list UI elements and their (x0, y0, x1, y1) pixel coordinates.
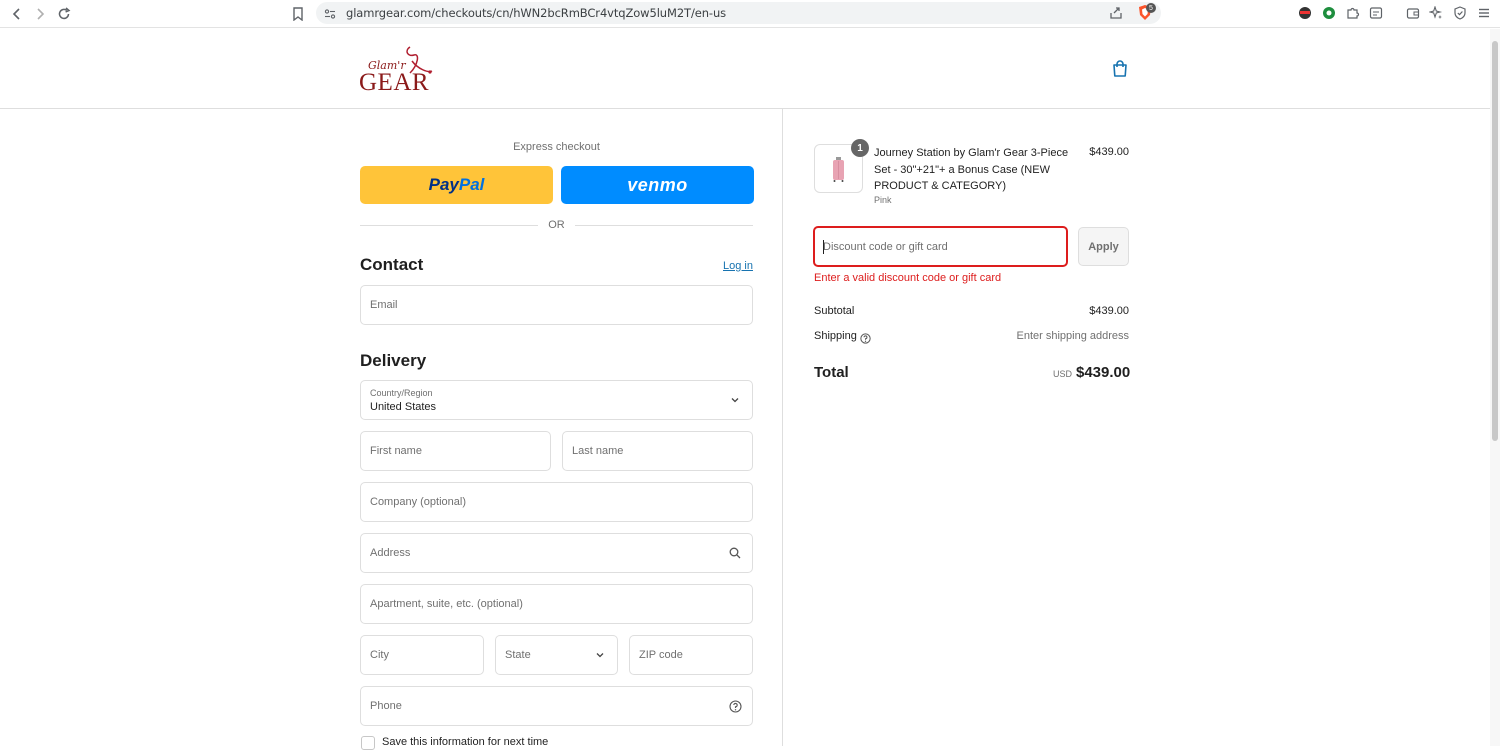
chevron-down-icon (593, 648, 607, 662)
total-value: $439.00 (1076, 364, 1131, 381)
product-title: Journey Station by Glam'r Gear 3-Piece S… (874, 147, 1069, 192)
phone-field[interactable]: Phone (360, 686, 753, 726)
cart-bag-icon[interactable] (1110, 59, 1130, 79)
company-field[interactable]: Company (optional) (360, 482, 753, 522)
subtotal-label: Subtotal (814, 305, 855, 317)
address-placeholder: Address (370, 547, 411, 559)
bookmark-icon[interactable] (288, 4, 308, 24)
address-field[interactable]: Address (360, 533, 753, 573)
or-divider: OR (360, 219, 753, 233)
company-placeholder: Company (optional) (370, 496, 466, 508)
browser-toolbar: glamrgear.com/checkouts/cn/hWN2bcRmBCr4v… (0, 0, 1500, 28)
quantity-badge: 1 (851, 139, 869, 157)
subtotal-value: $439.00 (1089, 305, 1129, 317)
shipping-label: Shipping (814, 330, 857, 342)
paypal-logo-pal: Pal (458, 175, 485, 194)
reload-icon[interactable] (54, 4, 74, 24)
menu-icon[interactable] (1476, 5, 1492, 21)
venmo-button[interactable]: venmo (561, 166, 754, 204)
save-info-label: Save this information for next time (382, 736, 549, 748)
zip-field[interactable]: ZIP code (629, 635, 753, 675)
discount-placeholder: Discount code or gift card (823, 241, 948, 253)
delivery-heading: Delivery (360, 351, 427, 370)
venmo-logo: venmo (627, 174, 688, 195)
apartment-field[interactable]: Apartment, suite, etc. (optional) (360, 584, 753, 624)
product-price: $439.00 (1089, 146, 1129, 158)
forward-icon[interactable] (30, 4, 50, 24)
first-name-placeholder: First name (370, 445, 422, 457)
country-value: United States (370, 401, 437, 413)
extension-green-icon[interactable] (1321, 5, 1337, 21)
discount-error-message: Enter a valid discount code or gift card (814, 272, 1002, 284)
city-placeholder: City (370, 649, 389, 661)
zip-placeholder: ZIP code (639, 649, 683, 661)
paypal-logo-pay: Pay (428, 175, 459, 194)
product-variant: Pink (874, 195, 892, 205)
phone-placeholder: Phone (370, 700, 402, 712)
vpn-shield-icon[interactable] (1452, 5, 1468, 21)
total-label: Total (814, 364, 849, 381)
scrollbar-thumb[interactable] (1492, 41, 1498, 441)
address-bar[interactable]: glamrgear.com/checkouts/cn/hWN2bcRmBCr4v… (316, 2, 1161, 24)
last-name-field[interactable]: Last name (562, 431, 753, 471)
search-icon (728, 546, 742, 560)
site-settings-icon[interactable] (324, 7, 336, 25)
email-placeholder: Email (370, 299, 398, 311)
or-label: OR (548, 219, 565, 231)
back-icon[interactable] (7, 4, 27, 24)
leo-ai-icon[interactable] (1428, 5, 1444, 21)
checkout-header: Glam'r GEAR (0, 29, 1490, 109)
total-currency: USD (1053, 369, 1073, 379)
reader-mode-icon[interactable] (1368, 5, 1384, 21)
page-scrollbar[interactable] (1490, 29, 1500, 746)
chevron-down-icon (728, 393, 742, 407)
country-select[interactable]: Country/Region United States (360, 380, 753, 420)
shipping-help-icon[interactable] (860, 331, 871, 344)
extensions-puzzle-icon[interactable] (1345, 5, 1361, 21)
share-icon[interactable] (1109, 6, 1123, 25)
glamr-gear-logo[interactable]: Glam'r GEAR (358, 43, 438, 97)
discount-code-input[interactable]: Discount code or gift card (813, 226, 1068, 267)
state-placeholder: State (505, 649, 531, 661)
email-field[interactable]: Email (360, 285, 753, 325)
contact-heading: Contact (360, 255, 424, 274)
url-text: glamrgear.com/checkouts/cn/hWN2bcRmBCr4v… (346, 6, 727, 20)
last-name-placeholder: Last name (572, 445, 624, 457)
logo-wordmark: GEAR (359, 69, 430, 96)
shipping-value: Enter shipping address (1016, 330, 1129, 342)
login-link[interactable]: Log in (723, 260, 753, 272)
express-checkout-label: Express checkout (513, 141, 600, 153)
shields-count-badge: 5 (1146, 3, 1156, 13)
apartment-placeholder: Apartment, suite, etc. (optional) (370, 598, 523, 610)
wallet-icon[interactable] (1405, 5, 1421, 21)
state-select[interactable]: State (495, 635, 618, 675)
city-field[interactable]: City (360, 635, 484, 675)
country-label: Country/Region (370, 388, 433, 398)
apply-discount-button[interactable]: Apply (1078, 227, 1129, 266)
first-name-field[interactable]: First name (360, 431, 551, 471)
save-info-checkbox[interactable] (361, 736, 375, 750)
paypal-button[interactable]: Pay Pal (360, 166, 553, 204)
extension-ninja-icon[interactable] (1297, 5, 1313, 21)
help-circle-icon[interactable] (728, 699, 742, 713)
